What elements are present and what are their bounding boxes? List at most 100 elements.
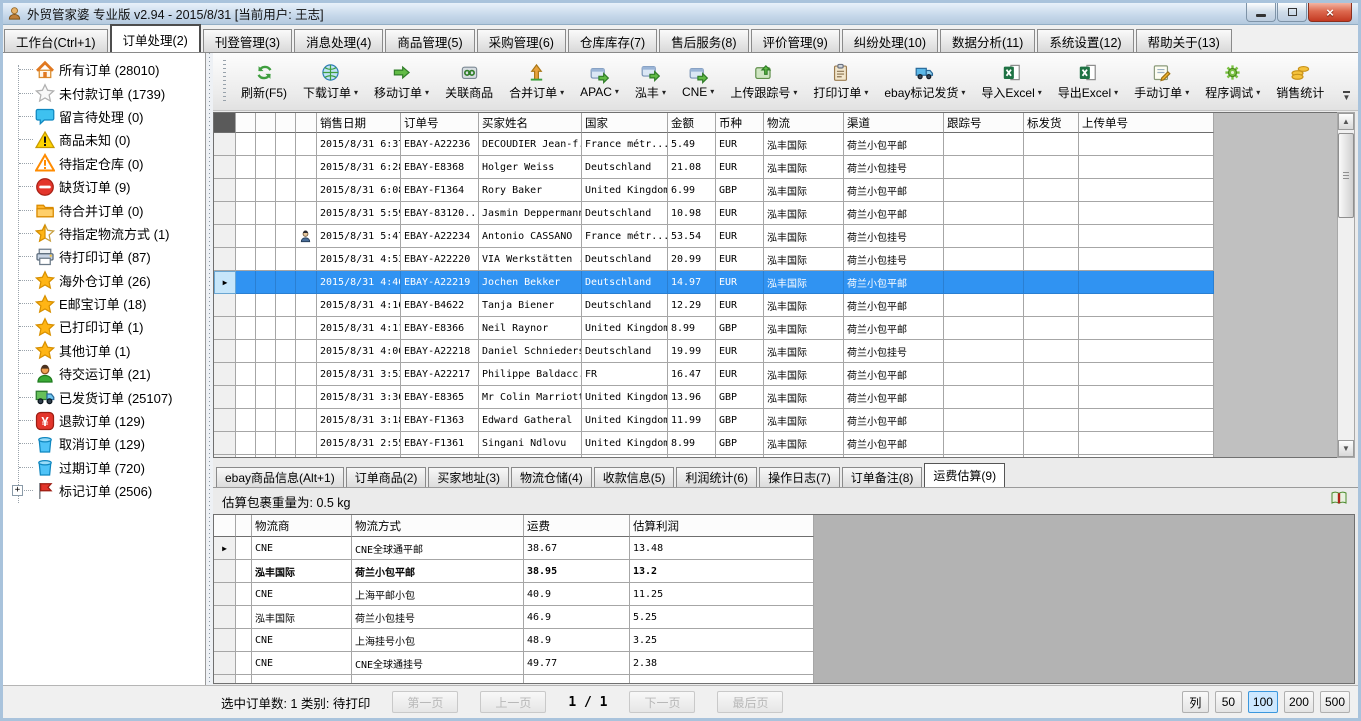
sidebar-item-13[interactable]: 其他订单 (1) — [3, 339, 205, 362]
sidebar-item-1[interactable]: 所有订单 (28010) — [3, 58, 205, 81]
toolbar-button-4[interactable]: 关联商品 — [438, 61, 500, 103]
dropdown-arrow-icon[interactable]: ▾ — [961, 88, 965, 97]
pagination-button-上一页[interactable]: 上一页 — [480, 691, 546, 713]
order-row-12[interactable]: 2015/8/31 3:30EBAY-E8365Mr Colin Marriot… — [214, 386, 1214, 409]
freight-row-3[interactable]: CNE上海平邮小包40.911.25 — [214, 583, 814, 606]
toolbar-button-10[interactable]: 打印订单▾ — [806, 61, 875, 103]
freight-row-4[interactable]: 泓丰国际荷兰小包挂号46.95.25 — [214, 606, 814, 629]
freight-column-header[interactable]: 估算利润 — [630, 515, 814, 537]
page-size-button-500[interactable]: 500 — [1320, 691, 1350, 713]
toolbar-grip[interactable] — [223, 60, 226, 104]
sidebar-item-17[interactable]: 取消订单 (129) — [3, 432, 205, 455]
detail-tab-5[interactable]: 收款信息(5) — [594, 467, 675, 487]
orders-column-header[interactable]: 销售日期 — [317, 113, 401, 133]
dropdown-arrow-icon[interactable]: ▾ — [1185, 88, 1189, 97]
sidebar-item-7[interactable]: 待合并订单 (0) — [3, 198, 205, 221]
menu-tab-3[interactable]: 刊登管理(3) — [203, 29, 292, 52]
expander-icon[interactable]: + — [12, 485, 23, 496]
dropdown-arrow-icon[interactable]: ▾ — [1038, 88, 1042, 97]
freight-row-6[interactable]: CNECNE全球通挂号49.772.38 — [214, 652, 814, 675]
menu-tab-11[interactable]: 数据分析(11) — [940, 29, 1035, 52]
order-row-10[interactable]: 2015/8/31 4:00EBAY-A22218Daniel Schniede… — [214, 340, 1214, 363]
menu-tab-1[interactable]: 工作台(Ctrl+1) — [4, 29, 108, 52]
orders-column-header[interactable]: 买家姓名 — [479, 113, 582, 133]
toolbar-button-12[interactable]: 导入Excel▾ — [974, 61, 1048, 103]
freight-row-1[interactable]: ▶CNECNE全球通平邮38.6713.48 — [214, 537, 814, 560]
maximize-button[interactable] — [1277, 3, 1307, 22]
dropdown-arrow-icon[interactable]: ▾ — [615, 87, 619, 96]
sidebar-item-9[interactable]: 待打印订单 (87) — [3, 245, 205, 268]
pagination-button-第一页[interactable]: 第一页 — [392, 691, 458, 713]
orders-vertical-scrollbar[interactable]: ▲ ▼ — [1337, 112, 1355, 458]
sidebar-item-4[interactable]: 商品未知 (0) — [3, 128, 205, 151]
book-icon[interactable] — [1330, 489, 1348, 507]
detail-tab-8[interactable]: 订单备注(8) — [842, 467, 923, 487]
order-row-1[interactable]: 2015/8/31 6:37EBAY-A22236DECOUDIER Jean-… — [214, 133, 1214, 156]
order-row-5[interactable]: 2015/8/31 5:47EBAY-A22234Antonio CASSANO… — [214, 225, 1214, 248]
scroll-down-icon[interactable]: ▼ — [1338, 440, 1354, 457]
order-row-8[interactable]: 2015/8/31 4:16EBAY-B4622Tanja BienerDeut… — [214, 294, 1214, 317]
orders-column-header[interactable]: 订单号 — [401, 113, 479, 133]
sidebar-item-14[interactable]: 待交运订单 (21) — [3, 362, 205, 385]
detail-tab-6[interactable]: 利润统计(6) — [676, 467, 757, 487]
dropdown-arrow-icon[interactable]: ▾ — [1114, 88, 1118, 97]
order-row-2[interactable]: 2015/8/31 6:28EBAY-E8368Holger WeissDeut… — [214, 156, 1214, 179]
toolbar-button-8[interactable]: CNE▾ — [675, 62, 721, 101]
toolbar-button-1[interactable]: 刷新(F5) — [234, 61, 294, 103]
close-button[interactable]: × — [1308, 3, 1352, 22]
orders-column-header[interactable]: 标发货 — [1024, 113, 1079, 133]
sidebar-item-3[interactable]: 留言待处理 (0) — [3, 105, 205, 128]
sidebar-item-11[interactable]: E邮宝订单 (18) — [3, 292, 205, 315]
menu-tab-12[interactable]: 系统设置(12) — [1037, 29, 1133, 52]
toolbar-button-16[interactable]: 销售统计 — [1269, 61, 1331, 103]
menu-tab-13[interactable]: 帮助关于(13) — [1136, 29, 1232, 52]
dropdown-arrow-icon[interactable]: ▾ — [560, 88, 564, 97]
menu-tab-4[interactable]: 消息处理(4) — [294, 29, 383, 52]
toolbar-button-15[interactable]: 程序调试▾ — [1198, 61, 1267, 103]
sidebar-item-6[interactable]: 缺货订单 (9) — [3, 175, 205, 198]
freight-column-header[interactable]: 物流方式 — [352, 515, 524, 537]
menu-tab-6[interactable]: 采购管理(6) — [477, 29, 566, 52]
detail-tab-3[interactable]: 买家地址(3) — [428, 467, 509, 487]
sidebar-item-18[interactable]: 过期订单 (720) — [3, 456, 205, 479]
detail-tab-7[interactable]: 操作日志(7) — [759, 467, 840, 487]
toolbar-button-14[interactable]: 手动订单▾ — [1127, 61, 1196, 103]
order-row-4[interactable]: 2015/8/31 5:59EBAY-83120...Jasmin Depper… — [214, 202, 1214, 225]
toolbar-button-11[interactable]: ebay标记发货▾ — [877, 61, 972, 103]
orders-column-header[interactable]: 物流 — [764, 113, 844, 133]
dropdown-arrow-icon[interactable]: ▾ — [1256, 88, 1260, 97]
toolbar-button-5[interactable]: 合并订单▾ — [502, 61, 571, 103]
detail-tab-2[interactable]: 订单商品(2) — [346, 467, 427, 487]
scrollbar-thumb[interactable] — [1338, 133, 1354, 218]
sidebar-item-19[interactable]: +标记订单 (2506) — [3, 479, 205, 502]
orders-column-header[interactable]: 渠道 — [844, 113, 944, 133]
freight-column-header[interactable]: 物流商 — [252, 515, 352, 537]
page-size-button-100[interactable]: 100 — [1248, 691, 1278, 713]
order-row-3[interactable]: 2015/8/31 6:08EBAY-F1364Rory BakerUnited… — [214, 179, 1214, 202]
scroll-up-icon[interactable]: ▲ — [1338, 113, 1354, 130]
dropdown-arrow-icon[interactable]: ▾ — [354, 88, 358, 97]
freight-row-2[interactable]: 泓丰国际荷兰小包平邮38.9513.2 — [214, 560, 814, 583]
sidebar-item-10[interactable]: 海外仓订单 (26) — [3, 269, 205, 292]
dropdown-arrow-icon[interactable]: ▾ — [793, 88, 797, 97]
sidebar-item-5[interactable]: 待指定仓库 (0) — [3, 152, 205, 175]
page-size-button-200[interactable]: 200 — [1284, 691, 1314, 713]
freight-column-header[interactable]: 运费 — [524, 515, 630, 537]
detail-tab-1[interactable]: ebay商品信息(Alt+1) — [216, 467, 344, 487]
sidebar-item-15[interactable]: 已发货订单 (25107) — [3, 385, 205, 408]
toolbar-button-6[interactable]: APAC▾ — [573, 62, 626, 101]
detail-tab-9[interactable]: 运费估算(9) — [924, 463, 1005, 487]
sidebar-item-12[interactable]: 已打印订单 (1) — [3, 315, 205, 338]
toolbar-overflow-button[interactable]: ▼ — [1339, 89, 1354, 105]
orders-column-header[interactable]: 国家 — [582, 113, 668, 133]
order-row-9[interactable]: 2015/8/31 4:11EBAY-E8366Neil RaynorUnite… — [214, 317, 1214, 340]
dropdown-arrow-icon[interactable]: ▾ — [864, 88, 868, 97]
menu-tab-2[interactable]: 订单处理(2) — [110, 24, 201, 52]
menu-tab-10[interactable]: 纠纷处理(10) — [842, 29, 938, 52]
orders-column-header[interactable]: 上传单号 — [1079, 113, 1214, 133]
menu-tab-7[interactable]: 仓库库存(7) — [568, 29, 657, 52]
order-row-7[interactable]: ▶2015/8/31 4:46EBAY-A22219Jochen BekkerD… — [214, 271, 1214, 294]
orders-column-header[interactable]: 金额 — [668, 113, 716, 133]
orders-column-header[interactable]: 跟踪号 — [944, 113, 1024, 133]
menu-tab-5[interactable]: 商品管理(5) — [385, 29, 474, 52]
